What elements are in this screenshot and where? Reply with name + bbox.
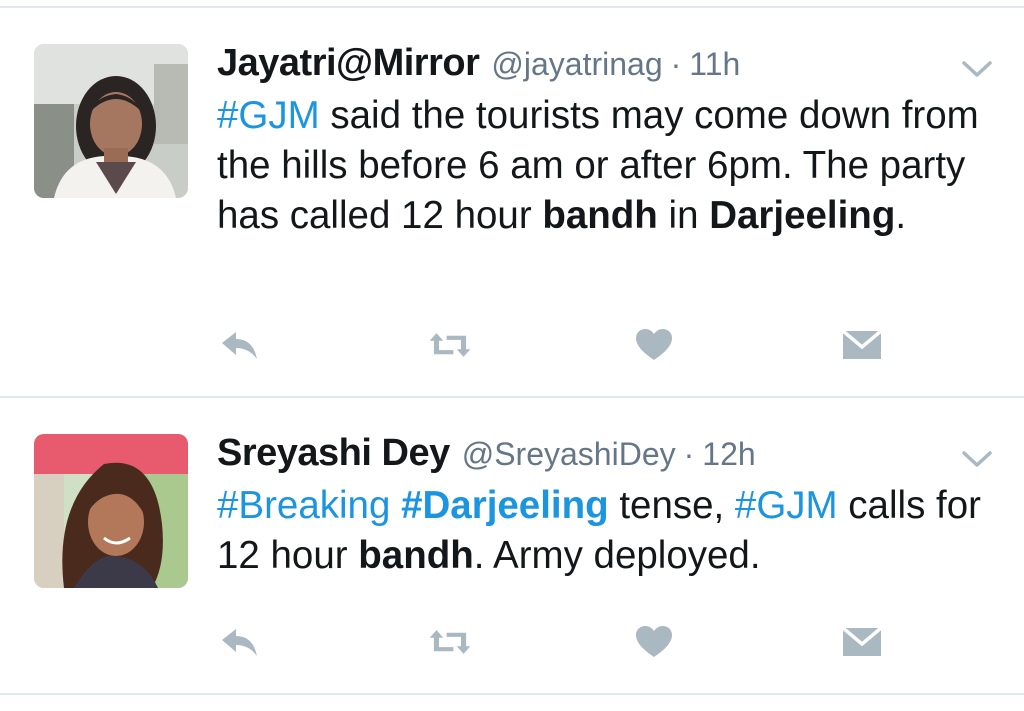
tweet-text: #Breaking #Darjeeling tense, #GJM calls … (217, 481, 984, 581)
hashtag-link[interactable]: #GJM (217, 94, 320, 137)
avatar[interactable] (34, 44, 188, 198)
tweet-text-segment: in (657, 194, 710, 237)
tweet-text-segment: . Army deployed. (473, 534, 761, 577)
retweet-icon (429, 333, 471, 357)
divider (0, 396, 1024, 398)
separator: · (670, 46, 682, 82)
reply-button[interactable] (218, 622, 262, 662)
avatar-sreyashi-image (34, 434, 188, 588)
highlighted-term: bandh (542, 194, 658, 237)
tweet-text-segment: . (895, 194, 907, 237)
heart-icon (636, 626, 672, 657)
tweet-text-segment (390, 484, 401, 527)
timestamp[interactable]: 11h (689, 46, 740, 83)
envelope-icon (841, 626, 883, 656)
retweet-icon (429, 630, 471, 654)
retweet-button[interactable] (428, 622, 472, 662)
like-button[interactable] (632, 325, 676, 365)
tweet-text-segment: tense, (608, 484, 735, 527)
divider (0, 6, 1024, 8)
direct-message-button[interactable] (840, 622, 884, 662)
hashtag-link[interactable]: #Breaking (217, 484, 390, 527)
tweet-body: Jayatri@Mirror @jayatrinag · 11h #GJM sa… (217, 42, 984, 241)
username[interactable]: @jayatrinag (491, 46, 662, 83)
avatar-jayatri-image (34, 44, 188, 198)
hashtag-link[interactable]: #Darjeeling (401, 484, 609, 527)
highlighted-term: bandh (358, 534, 474, 577)
retweet-button[interactable] (428, 325, 472, 365)
heart-icon (636, 329, 672, 360)
tweet-body: Sreyashi Dey @SreyashiDey · 12h #Breakin… (217, 432, 984, 581)
reply-icon (222, 332, 257, 359)
timestamp[interactable]: 12h (702, 436, 755, 473)
tweet-actions (0, 622, 1024, 662)
tweet-feed: Jayatri@Mirror @jayatrinag · 11h #GJM sa… (0, 0, 1024, 711)
separator: · (683, 436, 695, 472)
chevron-down-icon[interactable] (960, 448, 994, 470)
tweet-text: #GJM said the tourists may come down fro… (217, 91, 984, 241)
reply-icon (222, 629, 257, 656)
like-button[interactable] (632, 622, 676, 662)
tweet-actions (0, 325, 1024, 365)
highlighted-term: Darjeeling (709, 194, 896, 237)
display-name[interactable]: Jayatri@Mirror (217, 42, 480, 85)
display-name[interactable]: Sreyashi Dey (217, 432, 450, 475)
direct-message-button[interactable] (840, 325, 884, 365)
avatar[interactable] (34, 434, 188, 588)
divider (0, 693, 1024, 695)
hashtag-link[interactable]: #GJM (735, 484, 838, 527)
tweet-header: Sreyashi Dey @SreyashiDey · 12h (217, 432, 984, 480)
reply-button[interactable] (218, 325, 262, 365)
envelope-icon (841, 329, 883, 359)
username[interactable]: @SreyashiDey (462, 436, 676, 473)
chevron-down-icon[interactable] (960, 58, 994, 80)
tweet-header: Jayatri@Mirror @jayatrinag · 11h (217, 42, 984, 90)
